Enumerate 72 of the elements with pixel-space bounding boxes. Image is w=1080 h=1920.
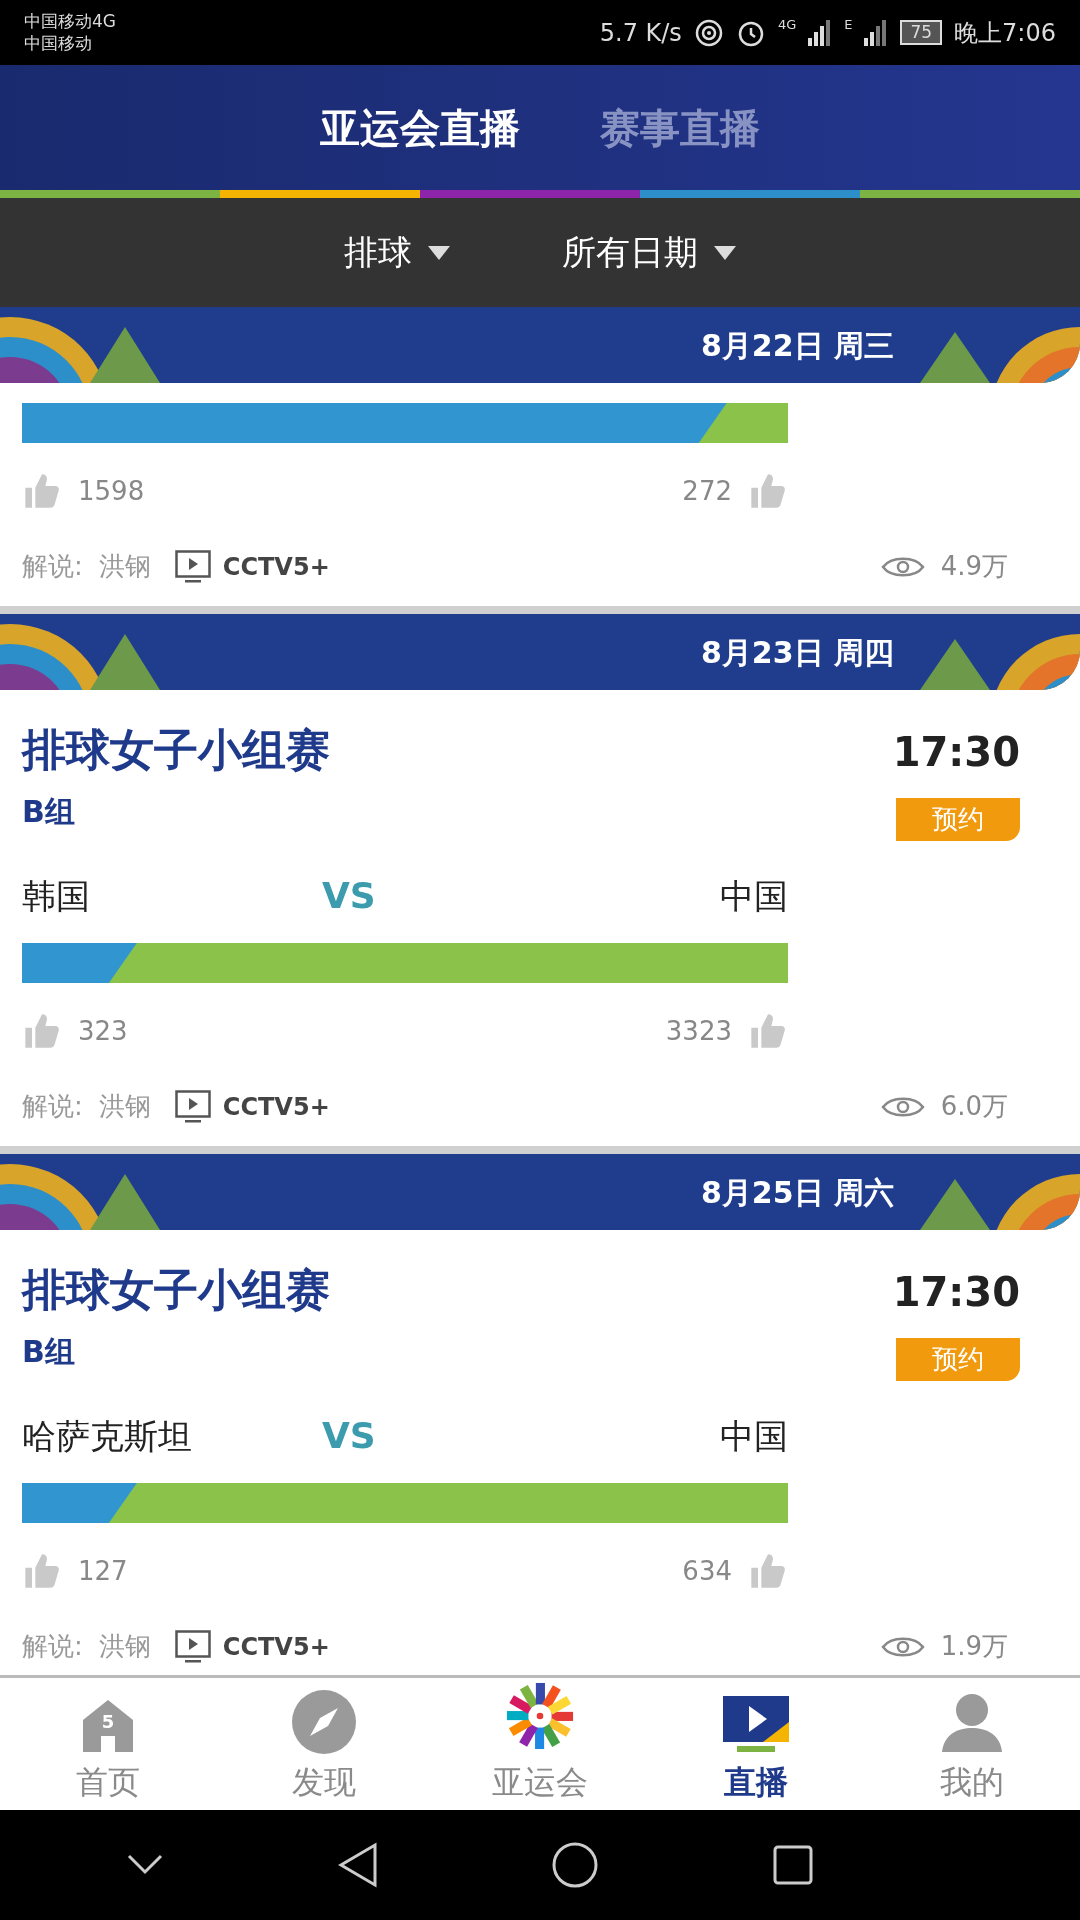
commentary-label: 解说: [22,550,83,583]
vs-label: VS [322,874,377,918]
like-count: 272 [682,474,732,508]
event-title: 排球女子小组赛 [22,723,330,777]
network-type: E [844,15,853,34]
filter-dropdown[interactable]: 排球 [344,227,450,278]
reserve-button[interactable]: 预约 [896,798,1020,841]
hotspot-icon [693,17,724,48]
team-name: 哈萨克斯坦 [22,1414,193,1458]
like-count: 127 [78,1554,129,1588]
date-label: 8月22日 周三 [700,326,894,365]
vs-label: VS [322,1414,377,1458]
play-screen-icon [174,1629,211,1664]
thumbs-up-icon[interactable] [22,471,62,511]
team-name: 中国 [720,1414,788,1458]
signal-icon [808,19,833,46]
view-count: 6.0万 [940,1090,1008,1123]
like-count: 323 [78,1014,129,1048]
nav-tab[interactable]: 直播 [681,1696,831,1806]
commentator-name: 洪钢 [98,550,151,583]
thumbs-up-icon[interactable] [748,471,788,511]
view-count: 1.9万 [940,1630,1008,1663]
like-count: 1598 [78,474,146,508]
view-count: 4.9万 [940,550,1008,583]
commentary-label: 解说: [22,1630,83,1663]
date-label: 8月25日 周六 [700,1173,894,1212]
signal-icon [864,19,889,46]
square-icon[interactable] [772,1845,813,1885]
back-icon[interactable] [337,1842,378,1888]
channel-name: CCTV5+ [222,1091,331,1123]
group-label: B组 [22,793,76,831]
thumbs-up-icon[interactable] [22,1011,62,1051]
nav-tab[interactable]: 亚运会 [465,1678,615,1806]
like-count: 3323 [665,1014,732,1048]
home-circle-icon[interactable] [552,1842,599,1888]
commentator-name: 洪钢 [98,1630,151,1663]
nav-tab[interactable]: 发现 [249,1690,399,1806]
header-tab[interactable]: 赛事直播 [600,97,760,158]
nav-tab[interactable]: 5 首页 [33,1696,183,1806]
chevron-down-icon[interactable] [127,1854,164,1876]
team-name: 韩国 [22,874,91,918]
commentary-label: 解说: [22,1090,83,1123]
match-time: 17:30 [892,1268,1020,1317]
carrier-label: 中国移动 [24,32,93,54]
thumbs-up-icon[interactable] [748,1551,788,1591]
thumbs-up-icon[interactable] [22,1551,62,1591]
channel-name: CCTV5+ [222,551,331,583]
badge-count: 5 [101,1709,115,1734]
play-screen-icon [174,1089,211,1124]
network-speed: 5.7 K/s [599,17,682,49]
date-label: 8月23日 周四 [700,633,894,672]
filter-dropdown[interactable]: 所有日期 [562,227,736,278]
tv-play-icon [723,1696,789,1754]
carrier-label: 中国移动4G [24,11,116,33]
network-type: 4G [777,15,797,34]
reserve-button[interactable]: 预约 [896,1338,1020,1381]
compass-icon [292,1690,356,1754]
caret-icon [428,245,450,260]
team-name: 中国 [720,874,788,918]
play-screen-icon [174,549,211,584]
header-tab[interactable]: 亚运会直播 [320,97,520,158]
thumbs-up-icon[interactable] [748,1011,788,1051]
channel-name: CCTV5+ [222,1631,331,1663]
clock-time: 晚上7:06 [954,17,1056,49]
group-label: B组 [22,1333,76,1371]
like-count: 634 [682,1554,732,1588]
nav-tab[interactable]: 我的 [897,1690,1047,1806]
battery-level: 75 [900,19,943,46]
match-time: 17:30 [892,728,1020,777]
caret-icon [714,245,736,260]
event-title: 排球女子小组赛 [22,1263,330,1317]
commentator-name: 洪钢 [98,1090,151,1123]
